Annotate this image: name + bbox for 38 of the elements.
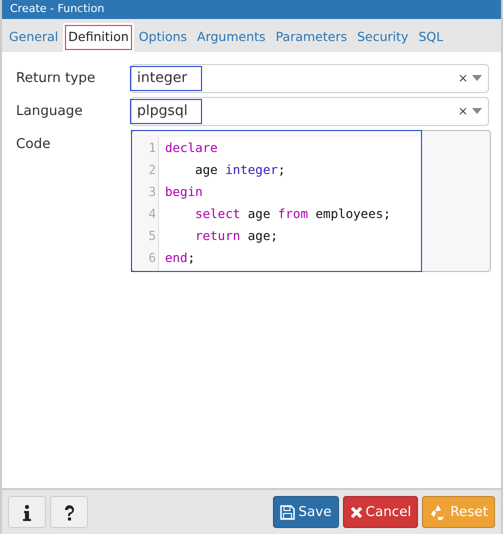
icon-button[interactable]	[8, 496, 46, 528]
field-label: Code	[16, 134, 52, 154]
code-line: age integer;	[194, 160, 286, 179]
line-number: 6	[147, 248, 156, 267]
select-value: integer	[130, 66, 202, 91]
caret-icon	[472, 108, 482, 114]
tab[interactable]: Parameters	[270, 23, 352, 52]
save-button[interactable]: Save	[273, 496, 339, 528]
line-number: 1	[147, 138, 156, 157]
field-label: Language	[16, 102, 84, 122]
select-field[interactable]: plpgsql ×	[131, 96, 489, 126]
line-number: 4	[147, 204, 156, 223]
line-number: 3	[147, 182, 156, 201]
icon-button[interactable]	[50, 496, 88, 528]
code-editor[interactable]: 1 2 3 4 5 6 declare age integer; begin select age from employees; return age; end;	[131, 130, 491, 272]
tab[interactable]: SQL	[413, 23, 448, 52]
cancel-button[interactable]: Cancel	[342, 496, 418, 528]
select-field[interactable]: integer ×	[131, 64, 489, 93]
close-icon	[350, 506, 363, 518]
code-line: declare	[165, 138, 219, 157]
info-icon	[23, 502, 31, 521]
caret-icon	[472, 75, 482, 82]
window-title: Create - Function	[10, 1, 104, 18]
code-line: end;	[165, 248, 196, 267]
clear-button[interactable]: ×	[458, 69, 468, 88]
tab[interactable]: Arguments	[192, 23, 271, 52]
tab[interactable]: General	[4, 23, 64, 52]
clear-button[interactable]: ×	[458, 102, 468, 120]
code-line: begin	[165, 182, 204, 201]
tab[interactable]: Security	[352, 23, 414, 52]
line-number: 2	[147, 160, 156, 179]
code-line: select age from employees;	[194, 204, 392, 223]
line-number: 5	[147, 226, 156, 245]
code-line: return age;	[194, 226, 279, 245]
tab[interactable]: Definition	[63, 23, 134, 52]
field-label: Return type	[16, 69, 96, 88]
tab[interactable]: Options	[134, 23, 192, 52]
select-value: plpgsql	[130, 98, 202, 124]
